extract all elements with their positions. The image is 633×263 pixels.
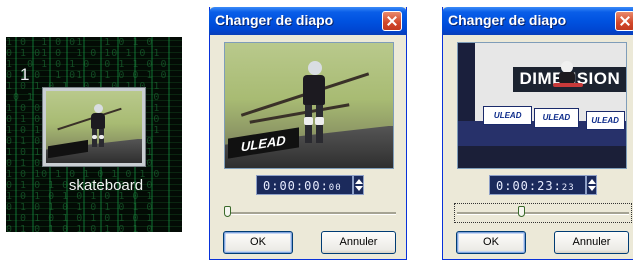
- dialog-title: Changer de diapo: [448, 12, 567, 28]
- close-icon[interactable]: [382, 11, 402, 31]
- menu-thumbnail: 1 0 1 0 01 1 0 1 0 0 1 01 0 1 0 10 1 0 1…: [6, 37, 182, 232]
- spin-down-icon[interactable]: [355, 186, 363, 191]
- chapter-thumbnail-frame[interactable]: [43, 88, 145, 166]
- slider-track: [457, 212, 629, 215]
- chapter-caption[interactable]: skateboard: [6, 177, 182, 194]
- ok-button[interactable]: OK: [456, 231, 526, 254]
- timecode-spinner[interactable]: [586, 175, 597, 195]
- close-icon[interactable]: [615, 11, 633, 31]
- position-slider[interactable]: [224, 206, 396, 220]
- timecode-spinner[interactable]: [353, 175, 364, 195]
- spin-up-icon[interactable]: [588, 179, 596, 184]
- chapter-number: 1: [20, 65, 30, 84]
- title-bar[interactable]: Changer de diapo: [209, 7, 407, 35]
- timecode-field[interactable]: 0:00:00:00: [256, 175, 353, 195]
- video-preview: ULEAD: [224, 42, 394, 169]
- skater-figure: [299, 60, 329, 156]
- ok-button[interactable]: OK: [223, 231, 293, 254]
- preview-frame: ULEAD: [225, 43, 393, 168]
- cancel-button[interactable]: Annuler: [321, 231, 396, 254]
- sponsor-board: ULEAD: [533, 108, 580, 128]
- slider-thumb[interactable]: [224, 206, 231, 217]
- sponsor-board: ULEAD: [585, 110, 625, 130]
- video-preview: DIMENSION ULEAD ULEAD ULEAD: [457, 42, 627, 169]
- crowd-area: [458, 145, 626, 168]
- timecode-frames: 23: [561, 183, 575, 193]
- timecode-value: 0:00:00:: [263, 179, 329, 193]
- change-slide-dialog: Changer de diapo ULEAD 0:00:00:00 OK Ann…: [209, 7, 407, 260]
- slider-track: [224, 212, 396, 215]
- chapter-thumbnail-image: [46, 91, 142, 163]
- spin-up-icon[interactable]: [355, 179, 363, 184]
- slider-thumb[interactable]: [518, 206, 525, 217]
- timecode-control: 0:00:23:23: [443, 175, 633, 195]
- timecode-control: 0:00:00:00: [210, 175, 408, 195]
- sponsor-board: ULEAD: [483, 105, 533, 125]
- timecode-field[interactable]: 0:00:23:23: [489, 175, 586, 195]
- dialog-title: Changer de diapo: [215, 12, 334, 28]
- preview-frame: DIMENSION ULEAD ULEAD ULEAD: [458, 43, 626, 168]
- spin-down-icon[interactable]: [588, 186, 596, 191]
- title-bar[interactable]: Changer de diapo: [442, 7, 633, 35]
- skater-figure: [88, 103, 108, 154]
- airborne-skater: [553, 60, 584, 89]
- cancel-button[interactable]: Annuler: [554, 231, 629, 254]
- change-slide-dialog: Changer de diapo DIMENSION ULEAD ULEAD U…: [442, 7, 633, 260]
- position-slider[interactable]: [454, 203, 632, 223]
- timecode-frames: 00: [328, 183, 342, 193]
- timecode-value: 0:00:23:: [496, 179, 562, 193]
